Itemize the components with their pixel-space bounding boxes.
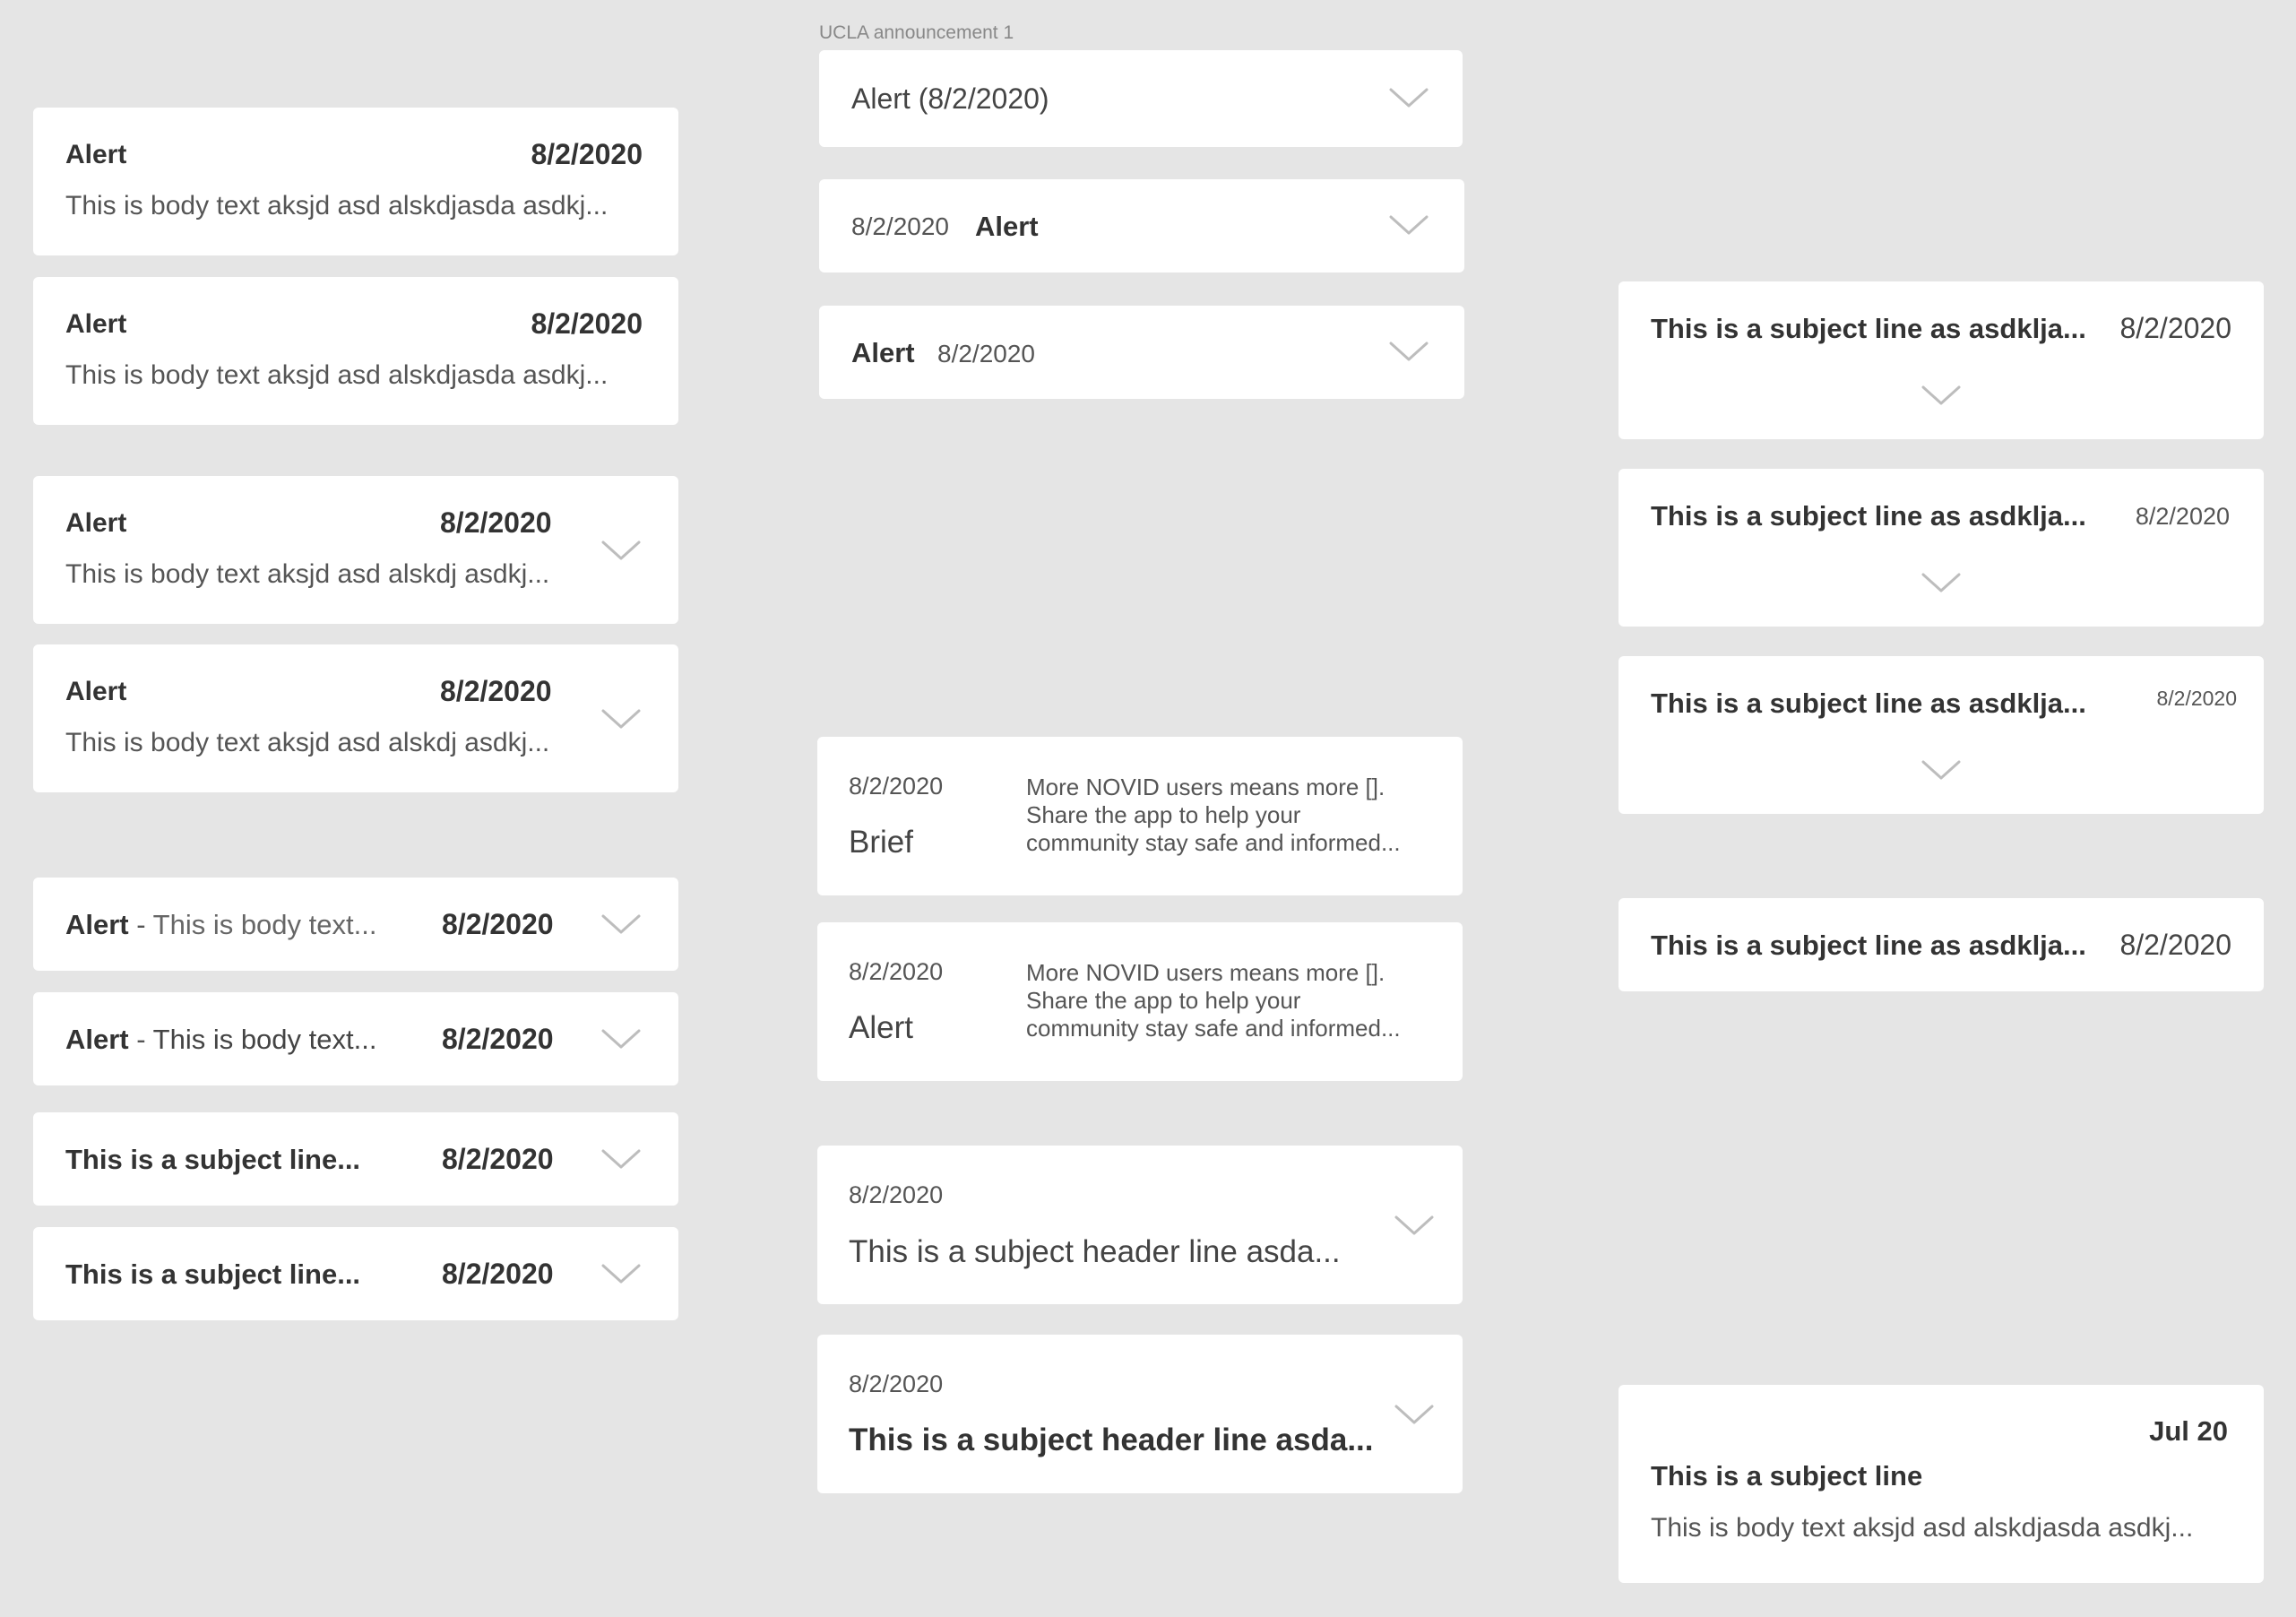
alert-row[interactable]: Alert - This is body text... 8/2/2020 [33, 992, 678, 1085]
subject-row[interactable]: This is a subject line... 8/2/2020 [33, 1112, 678, 1206]
brief-date: 8/2/2020 [849, 958, 944, 985]
row-date: 8/2/2020 [2119, 929, 2231, 961]
row-date: 8/2/2020 [442, 1023, 554, 1055]
card-subject: This is a subject line as asdklja... [1651, 500, 2086, 532]
row-subject: This is a subject line as asdklja... [1651, 930, 2086, 961]
chevron-down-icon[interactable] [1920, 569, 1963, 596]
row-title-line: Alert - This is body text... [65, 911, 376, 938]
card-title: Alert [65, 677, 127, 706]
subject-card-expandable[interactable]: This is a subject line as asdklja... 8/2… [1618, 656, 2264, 814]
card-subject: This is a subject line as asdklja... [1651, 687, 2086, 719]
row-title: Alert [65, 909, 129, 940]
card-title: Alert [65, 508, 127, 538]
card-title: Alert [65, 309, 127, 339]
card-date: 8/2/2020 [531, 138, 643, 170]
card-body: This is body text aksjd asd alskdj asdkj… [65, 559, 550, 589]
brief-card[interactable]: 8/2/2020 Brief More NOVID users means mo… [817, 737, 1463, 895]
alert-card[interactable]: Alert 8/2/2020 This is body text aksjd a… [33, 108, 678, 255]
row-separator: - [128, 909, 153, 940]
subject-row[interactable]: This is a subject line... 8/2/2020 [33, 1227, 678, 1320]
row-subject: This is a subject line... [65, 1144, 361, 1175]
subject-header-card[interactable]: 8/2/2020 This is a subject header line a… [817, 1146, 1463, 1304]
collapsed-date: 8/2/2020 [851, 212, 949, 240]
card-date: 8/2/2020 [531, 307, 643, 340]
chevron-down-icon[interactable] [1387, 212, 1430, 238]
subject-card-expandable[interactable]: This is a subject line as asdklja... 8/2… [1618, 281, 2264, 439]
card-date: 8/2/2020 [2119, 312, 2231, 344]
subject-row[interactable]: This is a subject line as asdklja... 8/2… [1618, 898, 2264, 991]
brief-date: 8/2/2020 [849, 773, 944, 800]
chevron-down-icon[interactable] [1393, 1401, 1436, 1428]
card-body: This is body text aksjd asd alskdjasda a… [1651, 1513, 2194, 1543]
alert-collapsed[interactable]: Alert (8/2/2020) [819, 50, 1463, 147]
collapsed-title: Alert [975, 211, 1039, 242]
card-title: Alert [65, 140, 127, 169]
card-date: 8/2/2020 [440, 675, 552, 707]
brief-body: More NOVID users means more []. Share th… [1026, 774, 1401, 857]
card-date: Jul 20 [2149, 1415, 2228, 1447]
card-subject: This is a subject line [1651, 1460, 1923, 1492]
brief-body: More NOVID users means more []. Share th… [1026, 959, 1401, 1042]
alert-card-expandable[interactable]: Alert 8/2/2020 This is body text aksjd a… [33, 644, 678, 792]
header-subject: This is a subject header line asda... [849, 1422, 1374, 1457]
row-date: 8/2/2020 [442, 1143, 554, 1175]
row-body: This is body text... [152, 1024, 377, 1055]
row-date: 8/2/2020 [442, 1258, 554, 1290]
brief-body-line: More NOVID users means more []. [1026, 959, 1385, 986]
row-subject: This is a subject line... [65, 1258, 361, 1290]
brief-label: Alert [849, 1010, 913, 1045]
card-body: This is body text aksjd asd alskdjasda a… [65, 360, 609, 390]
brief-body-line: community stay safe and informed... [1026, 1015, 1401, 1042]
frame-label: UCLA announcement 1 [819, 22, 1014, 43]
brief-label: Brief [849, 825, 913, 860]
chevron-down-icon[interactable] [1387, 84, 1430, 111]
chevron-down-icon[interactable] [600, 537, 643, 564]
brief-card[interactable]: 8/2/2020 Alert More NOVID users means mo… [817, 922, 1463, 1081]
chevron-down-icon[interactable] [600, 1025, 643, 1052]
chevron-down-icon[interactable] [1920, 382, 1963, 409]
collapsed-title: Alert [851, 337, 915, 368]
chevron-down-icon[interactable] [600, 1146, 643, 1172]
brief-body-line: Share the app to help your [1026, 987, 1301, 1014]
collapsed-date: 8/2/2020 [937, 340, 1035, 368]
message-card[interactable]: Jul 20 This is a subject line This is bo… [1618, 1385, 2264, 1583]
chevron-down-icon[interactable] [1393, 1212, 1436, 1239]
alert-collapsed[interactable]: Alert 8/2/2020 [819, 306, 1464, 399]
alert-card[interactable]: Alert 8/2/2020 This is body text aksjd a… [33, 277, 678, 425]
header-subject: This is a subject header line asda... [849, 1234, 1341, 1269]
row-body: This is body text... [152, 909, 377, 940]
header-date: 8/2/2020 [849, 1181, 944, 1208]
card-body: This is body text aksjd asd alskdjasda a… [65, 191, 609, 220]
collapsed-title: Alert (8/2/2020) [851, 82, 1049, 115]
alert-card-expandable[interactable]: Alert 8/2/2020 This is body text aksjd a… [33, 476, 678, 624]
card-date: 8/2/2020 [2135, 503, 2230, 530]
card-date: 8/2/2020 [440, 506, 552, 539]
row-title: Alert [65, 1024, 129, 1055]
subject-card-expandable[interactable]: This is a subject line as asdklja... 8/2… [1618, 469, 2264, 627]
chevron-down-icon[interactable] [600, 911, 643, 938]
chevron-down-icon[interactable] [600, 1260, 643, 1287]
row-title-line: Alert - This is body text... [65, 1025, 376, 1053]
brief-body-line: community stay safe and informed... [1026, 829, 1401, 856]
brief-body-line: More NOVID users means more []. [1026, 774, 1385, 800]
header-date: 8/2/2020 [849, 1371, 944, 1397]
subject-header-card[interactable]: 8/2/2020 This is a subject header line a… [817, 1335, 1463, 1493]
alert-row[interactable]: Alert - This is body text... 8/2/2020 [33, 878, 678, 971]
card-date: 8/2/2020 [2156, 687, 2237, 710]
card-subject: This is a subject line as asdklja... [1651, 313, 2086, 344]
chevron-down-icon[interactable] [600, 705, 643, 732]
chevron-down-icon[interactable] [1387, 338, 1430, 365]
chevron-down-icon[interactable] [1920, 757, 1963, 783]
row-date: 8/2/2020 [442, 908, 554, 940]
alert-collapsed[interactable]: 8/2/2020 Alert [819, 179, 1464, 272]
brief-body-line: Share the app to help your [1026, 801, 1301, 828]
row-separator: - [128, 1024, 153, 1055]
card-body: This is body text aksjd asd alskdj asdkj… [65, 728, 550, 757]
